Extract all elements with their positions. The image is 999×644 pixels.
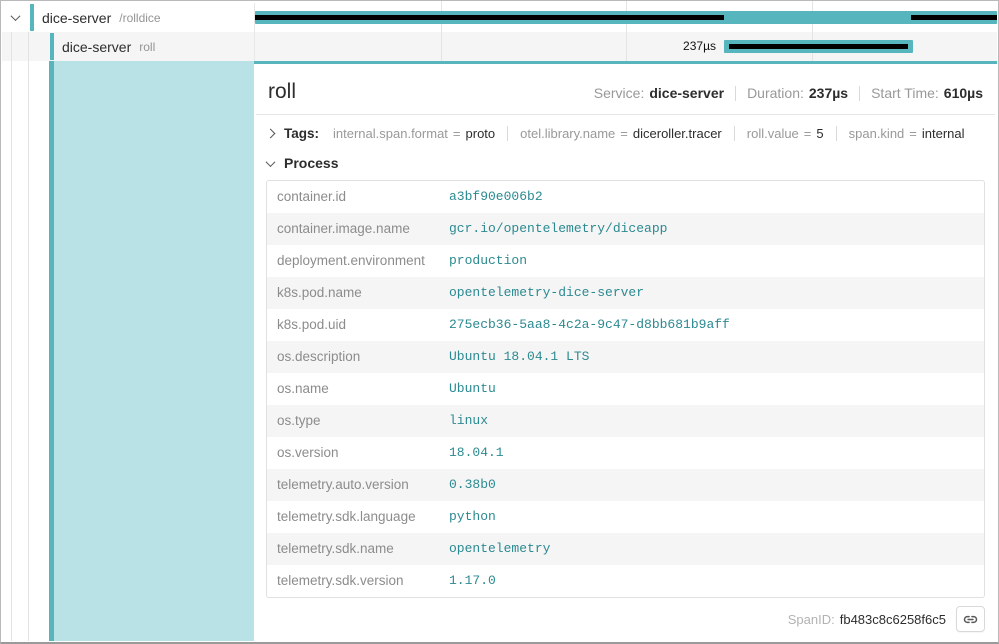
process-key: container.id — [267, 181, 439, 213]
table-row: container.ida3bf90e006b2 — [267, 181, 984, 213]
process-key: os.description — [267, 341, 439, 373]
table-row: telemetry.sdk.version1.17.0 — [267, 565, 984, 597]
tag-divider — [507, 126, 508, 141]
operation-name: /rolldice — [119, 11, 160, 25]
meta-divider — [859, 86, 860, 101]
process-key: telemetry.sdk.language — [267, 501, 439, 533]
process-value: production — [439, 245, 984, 277]
table-row: deployment.environmentproduction — [267, 245, 984, 277]
process-value: opentelemetry-dice-server — [439, 277, 984, 309]
start-time-label: Start Time: — [871, 85, 939, 101]
self-time-segment — [911, 15, 997, 20]
span-color-swatch — [30, 4, 34, 31]
span-detail-panel: roll Service: dice-server Duration: 237µ… — [254, 61, 997, 641]
service-name: dice-server — [62, 39, 131, 55]
span-detail-header: roll Service: dice-server Duration: 237µ… — [256, 64, 995, 115]
table-row: os.descriptionUbuntu 18.04.1 LTS — [267, 341, 984, 373]
process-value: Ubuntu 18.04.1 LTS — [439, 341, 984, 373]
span-id-value: fb483c8c6258f6c5 — [840, 612, 946, 627]
process-value: opentelemetry — [439, 533, 984, 565]
process-value: python — [439, 501, 984, 533]
span-detail-footer: SpanID: fb483c8c6258f6c5 — [254, 598, 997, 641]
tree-indent-guide — [28, 32, 29, 641]
process-section-label: Process — [284, 155, 338, 171]
meta-divider — [735, 86, 736, 101]
operation-name: roll — [139, 40, 155, 54]
span-row-rolldice[interactable]: dice-server /rolldice — [2, 3, 997, 32]
table-row: os.nameUbuntu — [267, 373, 984, 405]
chevron-down-icon — [266, 157, 276, 167]
table-row: telemetry.sdk.nameopentelemetry — [267, 533, 984, 565]
span-id-label: SpanID: — [788, 612, 835, 627]
process-key: os.version — [267, 437, 439, 469]
process-key: telemetry.sdk.name — [267, 533, 439, 565]
process-table-body: container.ida3bf90e006b2container.image.… — [267, 181, 984, 597]
start-time-value: 610µs — [944, 85, 983, 101]
span-row-roll[interactable]: dice-server roll 237µs — [2, 32, 997, 61]
tag-divider — [734, 126, 735, 141]
tags-section-label: Tags: — [284, 126, 319, 141]
table-row: os.version18.04.1 — [267, 437, 984, 469]
duration-label: Duration: — [747, 85, 804, 101]
table-row: os.typelinux — [267, 405, 984, 437]
process-key: container.image.name — [267, 213, 439, 245]
span-name-column: dice-server roll — [2, 32, 254, 61]
process-key: os.name — [267, 373, 439, 405]
process-value: 18.04.1 — [439, 437, 984, 469]
process-value: 1.17.0 — [439, 565, 984, 597]
chevron-right-icon — [266, 129, 276, 139]
process-table: container.ida3bf90e006b2container.image.… — [266, 180, 985, 598]
process-key: k8s.pod.name — [267, 277, 439, 309]
duration-value: 237µs — [809, 85, 848, 101]
self-time-segment — [729, 44, 909, 49]
table-row: k8s.pod.nameopentelemetry-dice-server — [267, 277, 984, 309]
service-value: dice-server — [649, 85, 724, 101]
service-name: dice-server — [42, 10, 111, 26]
service-label: Service: — [594, 85, 645, 101]
span-bar-rolldice[interactable] — [255, 11, 997, 24]
process-value: Ubuntu — [439, 373, 984, 405]
timeline-row: 237µs — [254, 32, 997, 61]
process-value: gcr.io/opentelemetry/diceapp — [439, 213, 984, 245]
tags-list: internal.span.format=proto otel.library.n… — [333, 126, 965, 141]
process-value: a3bf90e006b2 — [439, 181, 984, 213]
span-meta: Service: dice-server Duration: 237µs Sta… — [594, 85, 983, 101]
selected-span-highlight-fill — [54, 61, 254, 641]
timeline-gridline — [626, 30, 627, 61]
process-section-toggle[interactable]: Process — [254, 150, 997, 177]
timeline-row — [254, 3, 997, 32]
span-duration-label: 237µs — [683, 39, 721, 53]
process-key: telemetry.auto.version — [267, 469, 439, 501]
process-value: linux — [439, 405, 984, 437]
collapse-chevron-icon[interactable] — [11, 11, 21, 21]
table-row: telemetry.auto.version0.38b0 — [267, 469, 984, 501]
span-name-column: dice-server /rolldice — [2, 3, 254, 32]
tag-summary-item: otel.library.name=diceroller.tracer — [520, 126, 722, 141]
process-key: os.type — [267, 405, 439, 437]
link-icon — [962, 611, 979, 628]
process-value: 0.38b0 — [439, 469, 984, 501]
span-bar-roll[interactable] — [724, 40, 913, 53]
jaeger-trace-view: dice-server /rolldice dice-server roll 2… — [0, 0, 999, 644]
copy-link-button[interactable] — [956, 606, 985, 632]
span-operation-title: roll — [268, 80, 296, 104]
table-row: telemetry.sdk.languagepython — [267, 501, 984, 533]
table-row: k8s.pod.uid275ecb36-5aa8-4c2a-9c47-d8bb6… — [267, 309, 984, 341]
process-key: telemetry.sdk.version — [267, 565, 439, 597]
tree-indent-guide — [11, 32, 12, 641]
span-color-swatch — [50, 33, 54, 60]
process-key: k8s.pod.uid — [267, 309, 439, 341]
self-time-segment — [255, 15, 724, 20]
tag-divider — [836, 126, 837, 141]
tag-summary-item: internal.span.format=proto — [333, 126, 495, 141]
process-value: 275ecb36-5aa8-4c2a-9c47-d8bb681b9aff — [439, 309, 984, 341]
tag-summary-item: span.kind=internal — [849, 126, 965, 141]
tags-section-toggle[interactable]: Tags: internal.span.format=proto otel.lib… — [254, 115, 997, 150]
timeline-gridline — [441, 30, 442, 61]
process-key: deployment.environment — [267, 245, 439, 277]
tag-summary-item: roll.value=5 — [747, 126, 824, 141]
table-row: container.image.namegcr.io/opentelemetry… — [267, 213, 984, 245]
